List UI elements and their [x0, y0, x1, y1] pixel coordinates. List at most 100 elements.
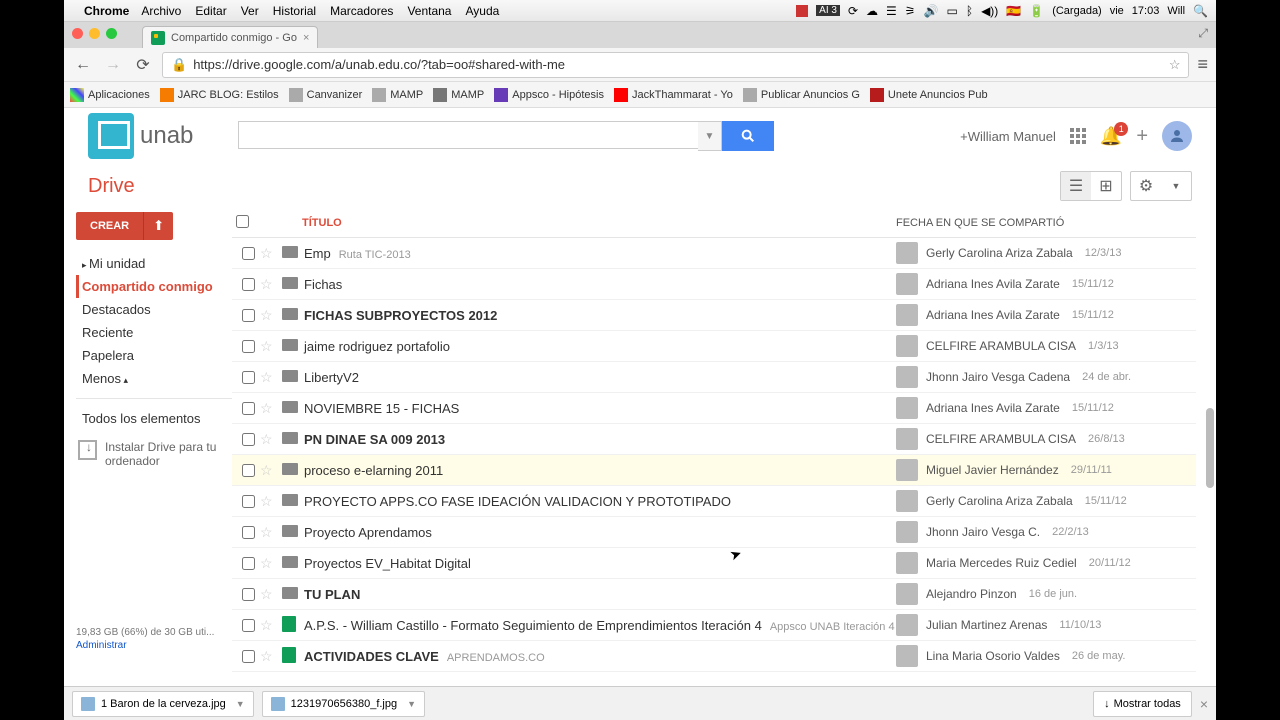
create-button[interactable]: CREAR [76, 212, 143, 240]
star-icon[interactable]: ☆ [260, 555, 282, 572]
menu-ventana[interactable]: Ventana [407, 4, 451, 18]
download-menu-icon[interactable]: ▼ [236, 699, 245, 709]
file-row[interactable]: ☆LibertyV2Jhonn Jairo Vesga Cadena24 de … [232, 362, 1196, 393]
browser-tab[interactable]: Compartido conmigo - Go × [142, 26, 318, 48]
sync-icon[interactable]: ⟳ [848, 4, 858, 18]
file-row[interactable]: ☆jaime rodriguez portafolioCELFIRE ARAMB… [232, 331, 1196, 362]
bookmark-item[interactable]: Unete Anuncios Pub [870, 88, 988, 102]
download-menu-icon[interactable]: ▼ [407, 699, 416, 709]
apps-grid-icon[interactable] [1070, 128, 1086, 144]
spotlight-icon[interactable]: 🔍 [1193, 4, 1208, 18]
scrollbar[interactable] [1206, 408, 1214, 488]
row-checkbox[interactable] [242, 526, 255, 539]
menu-archivo[interactable]: Archivo [141, 4, 181, 18]
star-icon[interactable]: ☆ [260, 338, 282, 355]
star-icon[interactable]: ☆ [260, 307, 282, 324]
window-close[interactable] [72, 28, 83, 39]
menu-editar[interactable]: Editar [195, 4, 226, 18]
menu-ayuda[interactable]: Ayuda [465, 4, 499, 18]
star-icon[interactable]: ☆ [260, 462, 282, 479]
row-checkbox[interactable] [242, 340, 255, 353]
bookmark-item[interactable]: Canvanizer [289, 88, 363, 102]
star-icon[interactable]: ☆ [260, 617, 282, 634]
install-drive[interactable]: Instalar Drive para tu ordenador [76, 440, 232, 468]
star-icon[interactable]: ☆ [260, 245, 282, 262]
nav-papelera[interactable]: Papelera [76, 344, 232, 367]
settings-dropdown-icon[interactable]: ▼ [1161, 172, 1191, 200]
reload-button[interactable]: ⟳ [132, 55, 154, 75]
wifi-icon[interactable]: ⚞ [905, 4, 916, 18]
file-row[interactable]: ☆ACTIVIDADES CLAVEAPRENDAMOS.COLina Mari… [232, 641, 1196, 672]
search-input[interactable] [238, 121, 698, 149]
file-row[interactable]: ☆A.P.S. - William Castillo - Formato Seg… [232, 610, 1196, 641]
show-all-downloads[interactable]: ↓ Mostrar todas [1093, 691, 1192, 717]
fullscreen-icon[interactable]: ⤢ [1198, 26, 1208, 41]
row-checkbox[interactable] [242, 619, 255, 632]
dropbox-icon[interactable]: ☁ [866, 4, 878, 18]
forward-button[interactable]: → [102, 56, 124, 74]
header-fecha[interactable]: FECHA EN QUE SE COMPARTIÓ [896, 217, 1064, 229]
flag-icon[interactable]: 🇪🇸 [1006, 4, 1021, 18]
upload-button[interactable]: ⬆ [143, 212, 173, 240]
window-maximize[interactable] [106, 28, 117, 39]
bookmark-item[interactable]: Publicar Anuncios G [743, 88, 860, 102]
back-button[interactable]: ← [72, 56, 94, 74]
view-list-button[interactable]: ☰ [1061, 172, 1091, 200]
sound-icon[interactable]: ◀)) [981, 4, 998, 18]
account-avatar[interactable] [1162, 121, 1192, 151]
bookmark-item[interactable]: JackThammarat - Yo [614, 88, 733, 102]
volume-icon[interactable]: 🔊 [924, 4, 939, 18]
row-checkbox[interactable] [242, 464, 255, 477]
bookmark-item[interactable]: MAMP [433, 88, 484, 102]
org-logo[interactable]: unab [88, 113, 198, 159]
row-checkbox[interactable] [242, 433, 255, 446]
star-icon[interactable]: ☆ [260, 648, 282, 665]
file-row[interactable]: ☆Proyectos EV_Habitat DigitalMaria Merce… [232, 548, 1196, 579]
bookmark-item[interactable]: Aplicaciones [88, 89, 150, 101]
menu-ver[interactable]: Ver [241, 4, 259, 18]
nav-destacados[interactable]: Destacados [76, 298, 232, 321]
row-checkbox[interactable] [242, 309, 255, 322]
status-icon[interactable] [796, 5, 808, 17]
nav-compartido[interactable]: Compartido conmigo [76, 275, 232, 298]
file-row[interactable]: ☆NOVIEMBRE 15 - FICHASAdriana Ines Avila… [232, 393, 1196, 424]
menu-marcadores[interactable]: Marcadores [330, 4, 393, 18]
user-plus-link[interactable]: +William Manuel [960, 129, 1056, 144]
user-menu[interactable]: Will [1167, 5, 1185, 17]
row-checkbox[interactable] [242, 371, 255, 384]
search-button[interactable] [722, 121, 774, 151]
file-row[interactable]: ☆proceso e-elarning 2011Miguel Javier He… [232, 455, 1196, 486]
nav-reciente[interactable]: Reciente [76, 321, 232, 344]
tab-close-icon[interactable]: × [303, 32, 309, 44]
row-checkbox[interactable] [242, 278, 255, 291]
notifications-icon[interactable]: 🔔1 [1100, 126, 1122, 147]
file-row[interactable]: ☆EmpRuta TIC-2013Gerly Carolina Ariza Za… [232, 238, 1196, 269]
view-grid-button[interactable]: ⊞ [1091, 172, 1121, 200]
file-row[interactable]: ☆FichasAdriana Ines Avila Zarate15/11/12 [232, 269, 1196, 300]
close-download-bar[interactable]: × [1200, 696, 1208, 712]
share-plus-icon[interactable]: + [1136, 125, 1148, 148]
star-icon[interactable]: ☆ [260, 493, 282, 510]
nav-todos[interactable]: Todos los elementos [76, 407, 232, 430]
row-checkbox[interactable] [242, 402, 255, 415]
star-icon[interactable]: ☆ [260, 369, 282, 386]
address-bar[interactable]: 🔒 https://drive.google.com/a/unab.edu.co… [162, 52, 1189, 78]
nav-mi-unidad[interactable]: Mi unidad [76, 252, 232, 275]
star-icon[interactable]: ☆ [260, 400, 282, 417]
storage-manage-link[interactable]: Administrar [76, 640, 127, 651]
star-icon[interactable]: ☆ [260, 431, 282, 448]
row-checkbox[interactable] [242, 588, 255, 601]
download-item[interactable]: 1 Baron de la cerveza.jpg ▼ [72, 691, 254, 717]
file-row[interactable]: ☆PN DINAE SA 009 2013CELFIRE ARAMBULA CI… [232, 424, 1196, 455]
drive-title[interactable]: Drive [88, 175, 135, 198]
star-icon[interactable]: ☆ [260, 524, 282, 541]
ai-badge[interactable]: AI 3 [816, 5, 840, 16]
cloud-icon[interactable]: ☰ [886, 4, 897, 18]
bookmark-item[interactable]: MAMP [372, 88, 423, 102]
row-checkbox[interactable] [242, 557, 255, 570]
menu-historial[interactable]: Historial [273, 4, 316, 18]
row-checkbox[interactable] [242, 495, 255, 508]
file-row[interactable]: ☆FICHAS SUBPROYECTOS 2012Adriana Ines Av… [232, 300, 1196, 331]
header-titulo[interactable]: TÍTULO [302, 217, 342, 229]
star-icon[interactable]: ☆ [260, 586, 282, 603]
